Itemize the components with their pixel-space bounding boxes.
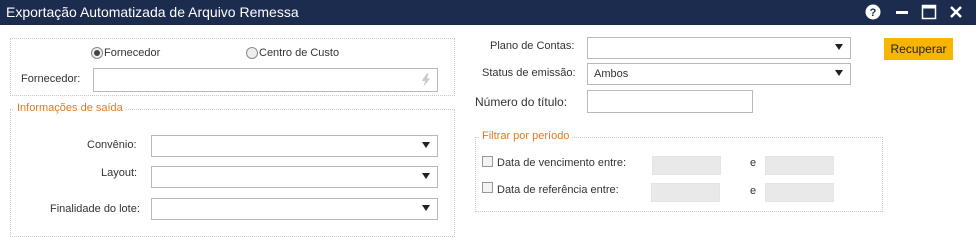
referencia-end-input[interactable] bbox=[765, 183, 834, 202]
radio-fornecedor[interactable] bbox=[91, 47, 103, 59]
window-title: Exportação Automatizada de Arquivo Remes… bbox=[6, 4, 299, 20]
svg-text:?: ? bbox=[870, 7, 877, 19]
numero-titulo-label: Número do título: bbox=[475, 95, 568, 109]
status-emissao-select[interactable]: Ambos bbox=[587, 63, 851, 85]
vencimento-checkbox[interactable] bbox=[482, 156, 493, 167]
radio-centro-custo-label: Centro de Custo bbox=[259, 47, 340, 59]
plano-contas-label: Plano de Contas: bbox=[490, 40, 575, 52]
chevron-down-icon bbox=[422, 205, 430, 211]
fornecedor-input[interactable] bbox=[93, 68, 438, 92]
numero-titulo-input[interactable] bbox=[587, 90, 753, 113]
chevron-down-icon bbox=[835, 44, 843, 50]
radio-centro-custo[interactable] bbox=[246, 47, 258, 59]
lightning-icon[interactable] bbox=[421, 72, 431, 88]
referencia-and-label: e bbox=[750, 185, 757, 197]
chevron-down-icon bbox=[835, 70, 843, 76]
convenio-label: Convênio: bbox=[87, 139, 137, 151]
plano-contas-select[interactable] bbox=[587, 37, 851, 59]
maximize-icon[interactable] bbox=[921, 4, 937, 20]
convenio-select[interactable] bbox=[151, 135, 438, 157]
output-info-legend: Informações de saída bbox=[14, 102, 126, 114]
vencimento-start-input[interactable] bbox=[652, 156, 721, 175]
fornecedor-label: Fornecedor: bbox=[21, 73, 81, 85]
chevron-down-icon bbox=[422, 173, 430, 179]
vencimento-label: Data de vencimento entre: bbox=[497, 157, 627, 169]
radio-fornecedor-label: Fornecedor bbox=[104, 47, 161, 59]
close-icon[interactable] bbox=[948, 4, 964, 20]
title-bar: Exportação Automatizada de Arquivo Remes… bbox=[0, 0, 976, 25]
finalidade-select[interactable] bbox=[151, 198, 438, 220]
help-icon[interactable]: ? bbox=[865, 4, 881, 20]
minimize-icon[interactable] bbox=[894, 4, 910, 20]
status-emissao-value: Ambos bbox=[594, 68, 629, 80]
chevron-down-icon bbox=[422, 142, 430, 148]
vencimento-end-input[interactable] bbox=[765, 156, 834, 175]
status-emissao-label: Status de emissão: bbox=[482, 67, 576, 79]
layout-select[interactable] bbox=[151, 166, 438, 188]
layout-label: Layout: bbox=[101, 167, 138, 179]
vencimento-and-label: e bbox=[750, 157, 757, 169]
referencia-label: Data de referência entre: bbox=[497, 184, 619, 196]
recuperar-button[interactable]: Recuperar bbox=[884, 38, 953, 60]
finalidade-label: Finalidade do lote: bbox=[50, 203, 140, 215]
referencia-start-input[interactable] bbox=[651, 183, 720, 202]
period-filter-legend: Filtrar por período bbox=[479, 130, 573, 142]
referencia-checkbox[interactable] bbox=[482, 182, 493, 193]
